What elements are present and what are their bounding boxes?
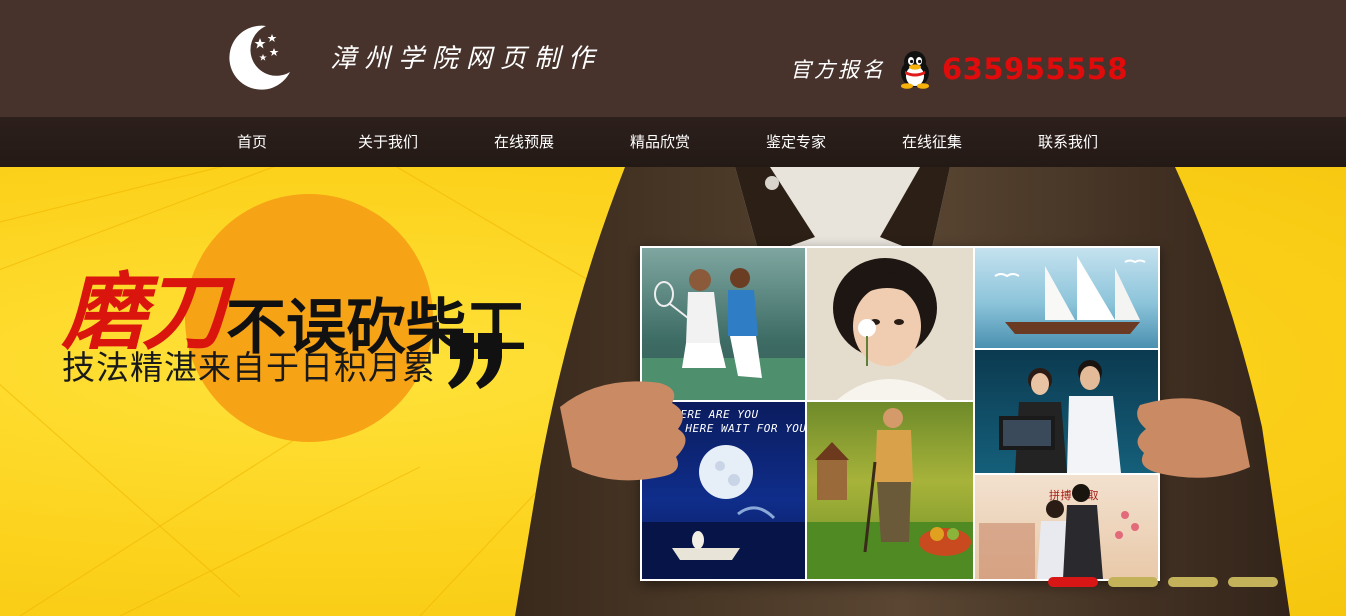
qq-penguin-icon[interactable] — [896, 49, 934, 89]
hero-banner[interactable]: 磨刀不误砍柴工 技法精湛来自于日积月累 WHERE ARE YOU AM HER… — [0, 167, 1346, 616]
nav-item-about[interactable]: 关于我们 — [320, 117, 456, 167]
moon-stars-logo-icon[interactable] — [222, 22, 292, 92]
signup-label: 官方报名 — [790, 58, 886, 82]
signup-contact: 官方报名 635955558 — [790, 49, 1128, 89]
slider-dot-3[interactable] — [1168, 577, 1218, 587]
slider-dot-2[interactable] — [1108, 577, 1158, 587]
nav-item-contact[interactable]: 联系我们 — [1000, 117, 1136, 167]
hands-image — [560, 381, 1250, 481]
slider-pagination — [1048, 577, 1278, 587]
nav-item-preview[interactable]: 在线预展 — [456, 117, 592, 167]
nav-item-home[interactable]: 首页 — [184, 117, 320, 167]
main-nav: 首页 关于我们 在线预展 精品欣赏 鉴定专家 在线征集 联系我们 — [0, 117, 1346, 167]
site-header: 漳州学院网页制作 官方报名 635955558 — [0, 0, 1346, 117]
nav-item-gallery[interactable]: 精品欣赏 — [592, 117, 728, 167]
slider-dot-1[interactable] — [1048, 577, 1098, 587]
site-title[interactable]: 漳州学院网页制作 — [330, 38, 602, 75]
nav-item-collection[interactable]: 在线征集 — [864, 117, 1000, 167]
nav-item-experts[interactable]: 鉴定专家 — [728, 117, 864, 167]
slider-dot-4[interactable] — [1228, 577, 1278, 587]
phone-number[interactable]: 635955558 — [942, 52, 1128, 86]
